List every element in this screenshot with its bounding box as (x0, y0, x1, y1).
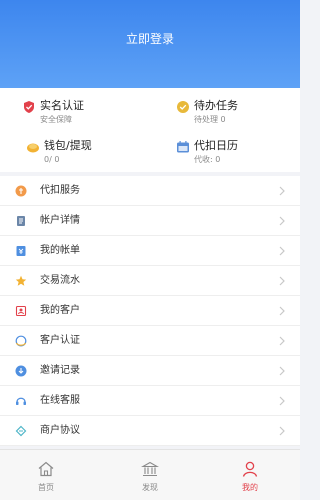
tab-label: 我的 (242, 483, 258, 492)
service-icon (15, 185, 27, 197)
menu-item-online-support[interactable]: 在线客服 (0, 386, 300, 416)
chevron-right-icon (279, 366, 285, 376)
menu-list: 代扣服务 帐户详情 我的帐单 交易流水 我的客户 客户认证 邀请记录 在线客服 … (0, 176, 300, 446)
menu-item-label: 在线客服 (40, 395, 80, 406)
task-icon (177, 101, 189, 113)
tab-discover[interactable]: 发现 (120, 450, 180, 500)
menu-item-label: 代扣服务 (40, 185, 80, 196)
chevron-right-icon (279, 276, 285, 286)
stat-real-name-verification[interactable]: 实名认证 安全保障 (22, 98, 162, 134)
certify-icon (15, 335, 27, 347)
bill-icon (16, 246, 26, 256)
menu-item-invite-records[interactable]: 邀请记录 (0, 356, 300, 386)
menu-item-label: 邀请记录 (40, 365, 80, 376)
profile-header: 立即登录 (0, 0, 300, 88)
menu-item-label: 帐户详情 (40, 215, 80, 226)
chevron-right-icon (279, 216, 285, 226)
tab-profile[interactable]: 我的 (220, 450, 280, 500)
menu-item-merchant-agreement[interactable]: 商户协议 (0, 416, 300, 446)
stat-withholding-calendar[interactable]: 代扣日历 代收: 0 (176, 138, 316, 174)
menu-item-label: 客户认证 (40, 335, 80, 346)
chevron-right-icon (279, 396, 285, 406)
headset-icon (16, 397, 26, 405)
chevron-right-icon (279, 336, 285, 346)
chevron-right-icon (279, 186, 285, 196)
stat-title: 待办任务 (194, 99, 238, 112)
profile-page: 立即登录 实名认证 安全保障 待办任务 待处理 0 钱包/提现 0/ 0 代扣日… (0, 0, 300, 500)
menu-item-transactions[interactable]: 交易流水 (0, 266, 300, 296)
customer-icon (15, 305, 27, 317)
stat-title: 实名认证 (40, 99, 84, 112)
menu-item-label: 交易流水 (40, 275, 80, 286)
stat-subtitle: 待处理 0 (194, 115, 226, 124)
chevron-right-icon (279, 426, 285, 436)
star-icon (15, 275, 27, 286)
stat-title: 代扣日历 (194, 139, 238, 152)
stat-subtitle: 0/ 0 (44, 155, 60, 164)
menu-item-account-details[interactable]: 帐户详情 (0, 206, 300, 236)
tab-home[interactable]: 首页 (16, 450, 76, 500)
bottom-tab-bar: 首页 发现 我的 (0, 449, 300, 500)
stat-subtitle: 安全保障 (40, 115, 72, 124)
menu-item-customer-verification[interactable]: 客户认证 (0, 326, 300, 356)
wallet-icon (27, 143, 39, 153)
home-icon (38, 461, 54, 477)
menu-item-label: 我的客户 (40, 305, 80, 316)
tab-label: 首页 (38, 483, 54, 492)
stat-wallet-withdraw[interactable]: 钱包/提现 0/ 0 (26, 138, 166, 174)
menu-item-label: 我的帐单 (40, 245, 80, 256)
menu-item-my-customers[interactable]: 我的客户 (0, 296, 300, 326)
menu-item-label: 商户协议 (40, 425, 80, 436)
menu-item-withholding-service[interactable]: 代扣服务 (0, 176, 300, 206)
stat-title: 钱包/提现 (44, 139, 92, 152)
verified-shield-icon (24, 101, 34, 113)
stat-pending-tasks[interactable]: 待办任务 待处理 0 (176, 98, 316, 134)
tab-label: 发现 (142, 483, 158, 492)
menu-item-my-bills[interactable]: 我的帐单 (0, 236, 300, 266)
login-button[interactable]: 立即登录 (100, 28, 200, 50)
profile-icon (242, 461, 258, 477)
chevron-right-icon (279, 306, 285, 316)
agreement-icon (15, 425, 27, 437)
invite-icon (15, 365, 27, 377)
stat-subtitle: 代收: 0 (194, 155, 221, 164)
discover-icon (141, 461, 159, 477)
account-doc-icon (17, 216, 25, 226)
calendar-icon (177, 141, 189, 153)
stats-panel: 实名认证 安全保障 待办任务 待处理 0 钱包/提现 0/ 0 代扣日历 代收:… (0, 88, 300, 172)
chevron-right-icon (279, 246, 285, 256)
